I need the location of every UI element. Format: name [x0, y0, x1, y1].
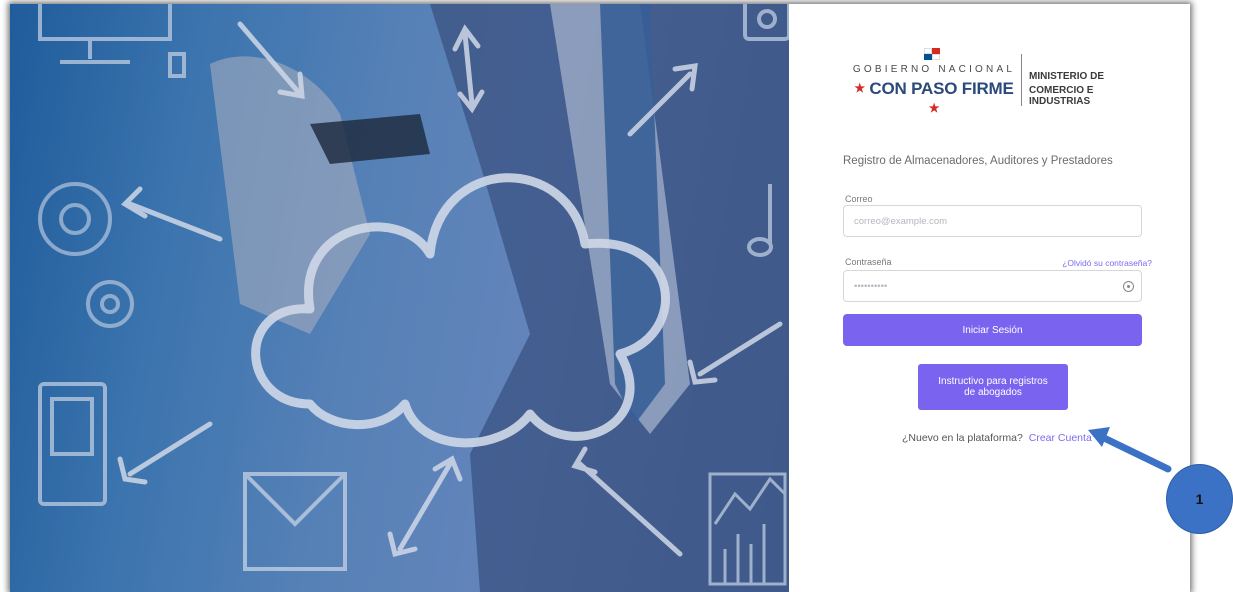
login-panel: GOBIERNO NACIONAL ★ CON PASO FIRME ★ MIN… — [789, 4, 1190, 592]
email-field[interactable] — [843, 205, 1142, 237]
annotation-arrow-icon — [1088, 427, 1172, 473]
new-user-prompt: ¿Nuevo en la plataforma? Crear Cuenta — [902, 432, 1092, 444]
password-field[interactable] — [843, 270, 1142, 302]
hero-image — [10, 4, 789, 592]
new-user-text: ¿Nuevo en la plataforma? — [902, 432, 1023, 444]
logo-divider — [1021, 54, 1022, 106]
login-button[interactable]: Iniciar Sesión — [843, 314, 1142, 346]
show-password-icon[interactable] — [1123, 281, 1134, 292]
forgot-password-link[interactable]: ¿Olvidó su contraseña? — [1062, 258, 1152, 268]
panama-flag-icon — [924, 48, 940, 60]
con-paso-firme-label: CON PASO FIRME — [869, 79, 1014, 98]
gobierno-nacional-text: GOBIERNO NACIONAL — [852, 64, 1016, 75]
ministry-line-2: COMERCIO E INDUSTRIAS — [1029, 85, 1094, 107]
annotation-badge: 1 — [1166, 464, 1233, 534]
login-page: GOBIERNO NACIONAL ★ CON PASO FIRME ★ MIN… — [10, 4, 1190, 592]
star-left-icon: ★ — [854, 81, 865, 95]
government-logo: GOBIERNO NACIONAL ★ CON PASO FIRME ★ MIN… — [849, 44, 1149, 144]
form-subtitle: Registro de Almacenadores, Auditores y P… — [843, 155, 1113, 167]
instructions-button[interactable]: Instructivo para registros de abogados — [918, 364, 1068, 410]
star-right-icon: ★ — [928, 101, 940, 115]
hero-illustration — [10, 4, 789, 592]
con-paso-firme-text: ★ CON PASO FIRME ★ — [849, 79, 1019, 119]
password-label: Contraseña — [845, 257, 892, 267]
email-label: Correo — [845, 194, 873, 204]
ministry-line-1: MINISTERIO DE — [1029, 71, 1105, 82]
